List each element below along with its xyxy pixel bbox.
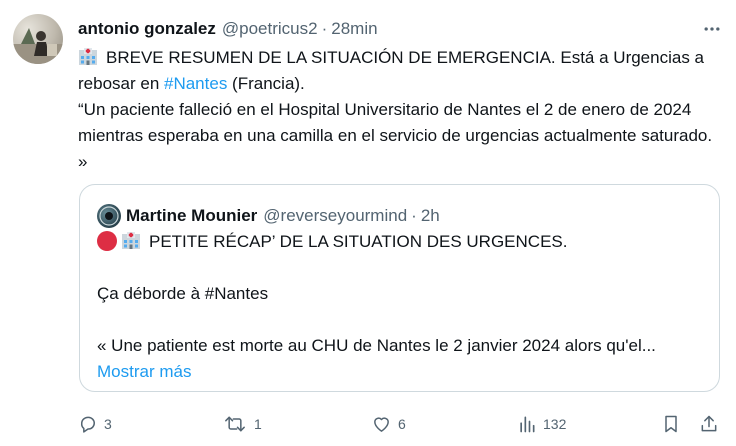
tweet-time[interactable]: 28min: [331, 19, 377, 38]
views-button[interactable]: 132: [517, 411, 566, 437]
quoted-time: 2h: [420, 206, 440, 225]
quoted-gap-2: [97, 307, 712, 333]
quoted-line-3: « Une patiente est morte au CHU de Nante…: [97, 336, 656, 355]
quoted-text: PETITE RÉCAP’ DE LA SITUATION DES URGENC…: [97, 229, 712, 385]
quoted-author-name: Martine Mounier: [126, 206, 258, 225]
retweet-button[interactable]: 1: [222, 411, 262, 437]
more-horizontal-icon: [704, 27, 720, 31]
quoted-line-2: Ça déborde à #Nantes: [97, 284, 269, 303]
tweet-line-2-suffix: (Francia).: [227, 74, 305, 93]
retweet-icon: [225, 416, 245, 432]
quoted-avatar: [97, 204, 121, 228]
hospital-emoji: [122, 232, 140, 249]
author-avatar[interactable]: [13, 14, 63, 64]
show-more-link[interactable]: Mostrar más: [97, 359, 712, 385]
quoted-tweet[interactable]: Martine Mounier @reverseyourmind · 2h PE…: [79, 184, 720, 392]
quoted-handle: @reverseyourmind: [263, 206, 408, 225]
action-bar: 3 1 6 132: [78, 411, 723, 437]
quoted-line-1: PETITE RÉCAP’ DE LA SITUATION DES URGENC…: [97, 229, 712, 255]
author-handle[interactable]: @poetricus2: [222, 19, 318, 38]
bookmark-button[interactable]: [661, 411, 681, 437]
bookmark-icon: [665, 415, 677, 433]
hashtag-link[interactable]: #Nantes: [164, 74, 227, 93]
tweet-line-2-text: rebosar en: [78, 74, 164, 93]
tweet-line-2: rebosar en #Nantes (Francia).: [78, 71, 723, 97]
quoted-header: Martine Mounier @reverseyourmind · 2h: [97, 204, 440, 228]
tweet-text: BREVE RESUMEN DE LA SITUACIÓN DE EMERGEN…: [78, 45, 723, 175]
hospital-emoji: [79, 48, 97, 65]
reply-icon: [80, 416, 95, 433]
red-circle-emoji: [97, 231, 117, 251]
quoted-line-1-text: PETITE RÉCAP’ DE LA SITUATION DES URGENC…: [149, 232, 568, 251]
tweet-line-1: BREVE RESUMEN DE LA SITUACIÓN DE EMERGEN…: [78, 45, 723, 71]
tweet-header: antonio gonzalez @poetricus2 · 28min: [78, 17, 378, 41]
retweet-count: 1: [254, 416, 262, 432]
like-button[interactable]: 6: [371, 411, 406, 437]
author-name[interactable]: antonio gonzalez: [78, 17, 216, 41]
share-icon: [701, 415, 717, 432]
more-options-button[interactable]: [699, 16, 725, 42]
heart-icon: [374, 417, 389, 432]
reply-count: 3: [104, 416, 112, 432]
author-meta: @poetricus2 · 28min: [221, 19, 378, 38]
tweet-line-1-text: BREVE RESUMEN DE LA SITUACIÓN DE EMERGEN…: [106, 48, 704, 67]
quoted-gap-1: [97, 255, 712, 281]
tweet-quote-text: “Un paciente falleció en el Hospital Uni…: [78, 100, 713, 171]
share-button[interactable]: [699, 411, 719, 437]
reply-button[interactable]: 3: [78, 411, 112, 437]
tweet[interactable]: antonio gonzalez @poetricus2 · 28min BREVE…: [0, 0, 736, 446]
views-icon: [520, 416, 535, 433]
views-count: 132: [543, 416, 567, 432]
like-count: 6: [398, 416, 406, 432]
quoted-meta: @reverseyourmind · 2h: [263, 206, 440, 225]
